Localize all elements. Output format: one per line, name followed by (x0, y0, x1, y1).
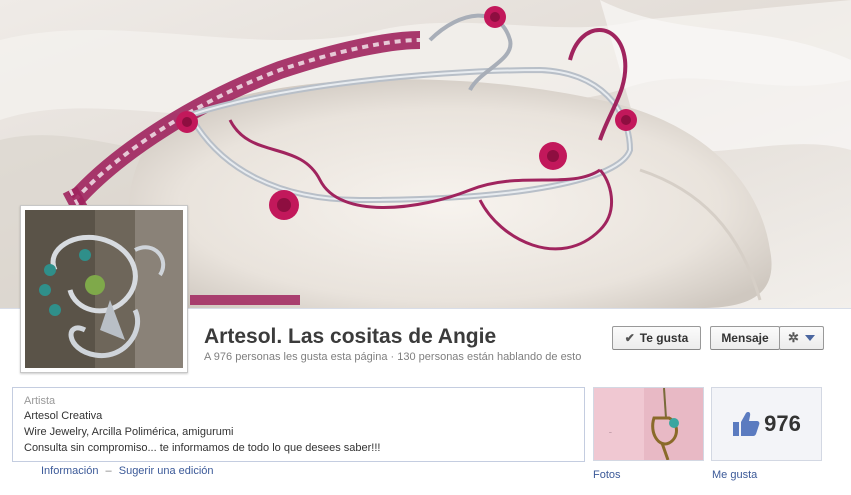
message-button-label: Mensaje (721, 331, 769, 345)
suggest-edit-link[interactable]: Sugerir una edición (119, 465, 214, 477)
about-line-3: Consulta sin compromiso... te informamos… (24, 442, 381, 454)
photos-tile[interactable]: ~ (593, 387, 704, 461)
thumbs-up-icon (733, 412, 760, 436)
photos-tile-label[interactable]: Fotos (593, 469, 621, 481)
caret-down-icon (804, 335, 815, 341)
page-stats: A 976 personas les gusta esta página · 1… (204, 351, 581, 363)
gear-icon: ✲ (788, 330, 799, 345)
likes-count: 976 (764, 411, 801, 436)
likes-tile[interactable]: 976 (711, 387, 822, 461)
talking-stat: 130 personas están hablando de esto (397, 351, 582, 363)
stats-separator: · (390, 351, 395, 363)
likes-tile-label[interactable]: Me gusta (712, 469, 757, 481)
about-line-2: Wire Jewelry, Arcilla Polimérica, amigur… (24, 426, 234, 438)
profile-picture[interactable] (20, 205, 188, 373)
link-separator: – (105, 465, 112, 477)
profile-image (25, 210, 183, 368)
about-line-1: Artesol Creativa (24, 410, 103, 422)
page-category: Artista (24, 395, 56, 407)
info-link[interactable]: Información (41, 465, 98, 477)
check-icon: ✔ (624, 331, 635, 345)
svg-text:~: ~ (609, 431, 612, 436)
like-button-label: Te gusta (639, 331, 689, 345)
likes-stat: A 976 personas les gusta esta página (204, 351, 388, 363)
like-button[interactable]: ✔ Te gusta (612, 326, 701, 350)
about-links: Información – Sugerir una edición (41, 465, 214, 477)
photos-thumbnail: ~ (594, 388, 703, 460)
settings-dropdown-button[interactable]: ✲ (779, 326, 824, 350)
page-title[interactable]: Artesol. Las cositas de Angie (204, 325, 496, 349)
about-box[interactable]: Artista Artesol Creativa Wire Jewelry, A… (12, 387, 585, 462)
message-button[interactable]: Mensaje (710, 326, 780, 350)
